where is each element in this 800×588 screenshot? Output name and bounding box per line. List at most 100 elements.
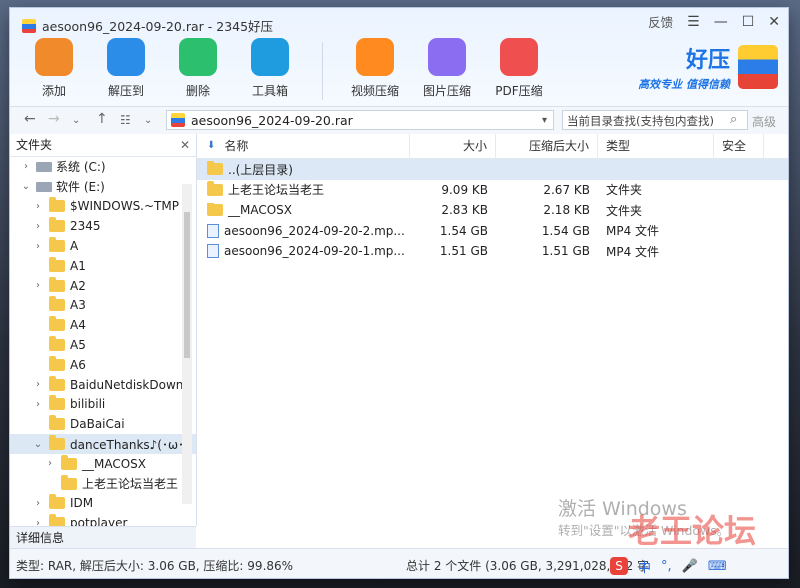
file-row[interactable]: __MACOSX 2.83 KB 2.18 KB 文件夹 xyxy=(197,200,788,221)
microphone-icon[interactable]: 🎤 xyxy=(682,559,698,574)
sogou-ime-icon[interactable]: S xyxy=(610,557,628,575)
file-row[interactable]: 上老王论坛当老王 9.09 KB 2.67 KB 文件夹 xyxy=(197,180,788,201)
toolbar-button-5[interactable]: 图片压缩 xyxy=(421,38,473,100)
file-row[interactable]: aesoon96_2024-09-20-1.mp... 1.51 GB 1.51 G… xyxy=(197,241,788,262)
app-logo-icon xyxy=(22,18,36,33)
toolbar-button-label: 视频压缩 xyxy=(350,84,399,98)
tree-item[interactable]: › 系统 (C:) xyxy=(10,157,196,177)
tree-item[interactable]: 上老王论坛当老王 xyxy=(10,474,196,494)
feedback-link[interactable]: 反馈 xyxy=(648,12,673,31)
expand-chevron-icon[interactable]: › xyxy=(32,399,44,410)
expand-chevron-icon[interactable]: › xyxy=(20,161,32,172)
tree-scrollbar-thumb[interactable] xyxy=(184,212,190,358)
file-name: ..(上层目录) xyxy=(228,162,293,177)
expand-chevron-icon[interactable]: › xyxy=(32,280,44,291)
tree-item[interactable]: A3 xyxy=(10,296,196,316)
tree-item[interactable]: › bilibili xyxy=(10,395,196,415)
maximize-icon[interactable]: ☐ xyxy=(742,14,755,30)
tree-item[interactable]: › A xyxy=(10,236,196,256)
file-list-header: ⬇ 名称 大小 压缩后大小 类型 安全 xyxy=(197,134,788,159)
history-dropdown-icon[interactable]: ⌄ xyxy=(72,115,80,126)
tree-item[interactable]: › IDM xyxy=(10,494,196,514)
tree-item[interactable]: A4 xyxy=(10,315,196,335)
tree-item[interactable]: A1 xyxy=(10,256,196,276)
folder-tree-header: 文件夹 ✕ xyxy=(10,134,196,157)
tree-item-label: A4 xyxy=(70,318,86,333)
keyboard-icon[interactable]: ⌨ xyxy=(708,559,727,574)
tree-item[interactable]: › A2 xyxy=(10,276,196,296)
toolbar-button-label: PDF压缩 xyxy=(495,84,543,98)
tree-item[interactable]: › $WINDOWS.~TMP xyxy=(10,197,196,217)
toolbar-button-4[interactable]: 视频压缩 xyxy=(349,38,401,100)
expand-chevron-icon[interactable]: › xyxy=(32,241,44,252)
tree-item[interactable]: A6 xyxy=(10,355,196,375)
tree-item[interactable]: › 2345 xyxy=(10,216,196,236)
file-packed-size: 1.54 GB xyxy=(541,223,590,238)
expand-chevron-icon[interactable]: › xyxy=(44,458,56,469)
column-name[interactable]: ⬇ 名称 xyxy=(197,134,410,158)
address-bar[interactable]: aesoon96_2024-09-20.rar ▾ xyxy=(166,110,554,130)
back-icon[interactable]: ← xyxy=(24,111,36,127)
address-dropdown-icon[interactable]: ▾ xyxy=(542,115,547,126)
tree-scrollbar[interactable] xyxy=(182,184,192,504)
expand-chevron-icon[interactable]: › xyxy=(32,379,44,390)
toolbar-button-label: 解压到 xyxy=(107,84,144,98)
view-dropdown-icon[interactable]: ⌄ xyxy=(144,115,152,126)
toolbar-button-label: 添加 xyxy=(41,84,66,98)
toolbar-button-6[interactable]: PDF压缩 xyxy=(493,38,545,100)
advanced-search-button[interactable]: 高级 xyxy=(752,113,776,130)
drive-icon xyxy=(36,161,52,172)
column-security[interactable]: 安全 xyxy=(714,134,764,158)
recycle-icon xyxy=(179,38,217,76)
expand-chevron-icon[interactable]: › xyxy=(32,498,44,509)
file-packed-size: 2.67 KB xyxy=(543,182,590,197)
view-mode-icon[interactable]: ☷ xyxy=(120,113,131,127)
tree-item[interactable]: ⌄ danceThanks♪(･ω･) xyxy=(10,434,196,454)
toolbar-button-2[interactable]: 删除 xyxy=(172,38,224,100)
brand-logo-icon xyxy=(738,45,778,89)
brand: 好压 高效专业 值得信赖 xyxy=(638,42,778,92)
tree-item[interactable]: › __MACOSX xyxy=(10,454,196,474)
column-packed-size[interactable]: 压缩后大小 xyxy=(496,134,598,158)
tree-item[interactable]: ⌄ 软件 (E:) xyxy=(10,177,196,197)
tree-item[interactable]: DaBaiCai xyxy=(10,414,196,434)
folder-tree: › 系统 (C:) ⌄ 软件 (E:) › $WINDOWS.~TMP › 2345 › A A1 ›… xyxy=(10,157,196,533)
expand-chevron-icon[interactable]: › xyxy=(32,201,44,212)
details-toggle[interactable]: 详细信息 xyxy=(10,526,196,548)
expand-chevron-icon[interactable]: ⌄ xyxy=(20,181,32,192)
image-compress-icon xyxy=(428,38,466,76)
file-type: MP4 文件 xyxy=(606,224,660,239)
file-row[interactable]: aesoon96_2024-09-20-2.mp... 1.54 GB 1.54 G… xyxy=(197,221,788,242)
expand-chevron-icon[interactable]: ⌄ xyxy=(32,439,44,450)
header: aesoon96_2024-09-20.rar - 2345好压 反馈 ☰ — … xyxy=(10,8,788,106)
expand-chevron-icon[interactable]: › xyxy=(32,221,44,232)
file-row[interactable]: ..(上层目录) xyxy=(197,159,788,180)
column-type[interactable]: 类型 xyxy=(598,134,714,158)
search-icon[interactable]: ⌕ xyxy=(730,112,737,127)
extract-icon xyxy=(107,38,145,76)
punctuation-icon[interactable]: °, xyxy=(661,559,672,574)
video-file-icon xyxy=(207,244,219,259)
close-panel-icon[interactable]: ✕ xyxy=(180,134,190,156)
menu-icon[interactable]: ☰ xyxy=(687,14,700,30)
tree-item[interactable]: › BaiduNetdiskDownl xyxy=(10,375,196,395)
file-list: ⬇ 名称 大小 压缩后大小 类型 安全 ..(上层目录) 上老王论坛当老王 9.09 … xyxy=(197,134,788,548)
toolbar-button-1[interactable]: 解压到 xyxy=(100,38,152,100)
close-icon[interactable]: ✕ xyxy=(768,14,780,30)
tree-item-label: A2 xyxy=(70,278,86,293)
toolbar-button-3[interactable]: 工具箱 xyxy=(244,38,296,100)
file-name: 上老王论坛当老王 xyxy=(228,183,325,198)
toolbar-button-0[interactable]: 添加 xyxy=(28,38,80,100)
ime-mode-label[interactable]: 中 xyxy=(638,557,651,576)
tree-item[interactable]: A5 xyxy=(10,335,196,355)
up-level-icon[interactable]: ↑ xyxy=(96,111,108,127)
search-input[interactable]: 当前目录查找(支持包内查找) xyxy=(562,110,748,130)
minimize-icon[interactable]: — xyxy=(714,14,728,30)
file-type: 文件夹 xyxy=(606,203,643,218)
folder-icon xyxy=(49,415,65,431)
forward-icon[interactable]: → xyxy=(48,111,60,127)
column-size[interactable]: 大小 xyxy=(410,134,496,158)
folder-icon xyxy=(49,197,65,213)
tree-item-label: $WINDOWS.~TMP xyxy=(70,199,179,214)
folder-icon xyxy=(61,474,77,490)
